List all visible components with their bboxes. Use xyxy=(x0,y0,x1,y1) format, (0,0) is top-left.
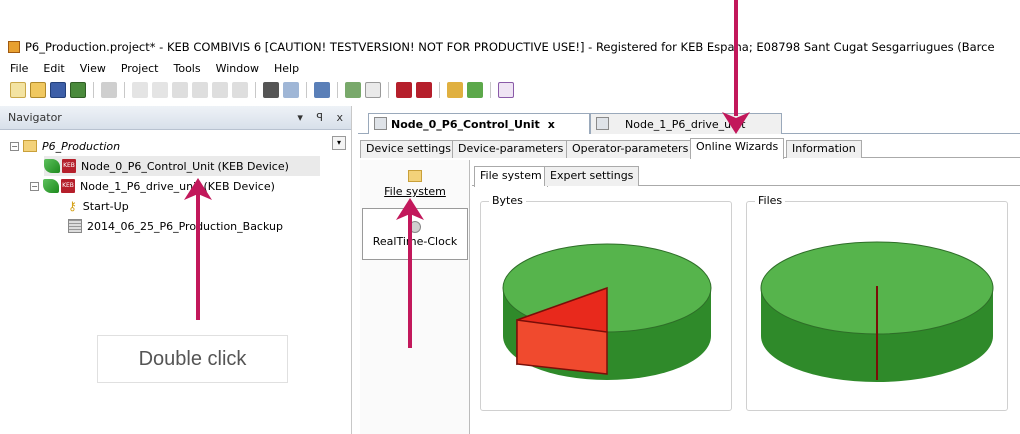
chart-icon[interactable] xyxy=(498,82,514,98)
wizard-label: RealTime-Clock xyxy=(372,234,458,248)
device-sub-tabs: Device settings Device-parameters Operat… xyxy=(360,138,1020,159)
keb-device-icon: KEB xyxy=(61,179,75,193)
toolbar xyxy=(0,78,1020,102)
tree-item-label: P6_Production xyxy=(42,139,121,153)
tab-operator-parameters[interactable]: Operator-parameters xyxy=(566,140,695,158)
keb-offline-icon[interactable] xyxy=(416,82,432,98)
tab-node0-control-unit[interactable]: Node_0_P6_Control_Unit x xyxy=(368,113,590,134)
find-icon[interactable] xyxy=(263,82,279,98)
undo-icon[interactable] xyxy=(132,82,148,98)
tab-online-wizards[interactable]: Online Wizards xyxy=(690,138,785,159)
toolbar-separator xyxy=(388,82,389,98)
paste-icon[interactable] xyxy=(212,82,228,98)
save-all-icon[interactable] xyxy=(70,82,86,98)
bytes-group: Bytes xyxy=(480,194,732,411)
double-click-annotation: Double click xyxy=(97,335,288,383)
window-title: P6_Production.project* - KEB COMBIVIS 6 … xyxy=(25,40,995,54)
tree-item-startup[interactable]: ⚷ Start-Up xyxy=(68,196,129,216)
annotation-arrow-shaft xyxy=(196,192,200,320)
tab-expert-settings[interactable]: Expert settings xyxy=(544,166,640,186)
online-leaf-icon xyxy=(44,159,60,173)
project-icon xyxy=(23,140,37,152)
toolbar-separator xyxy=(124,82,125,98)
add-device-icon[interactable] xyxy=(345,82,361,98)
app-icon xyxy=(8,41,20,53)
tab-device-parameters[interactable]: Device-parameters xyxy=(452,140,570,158)
menu-project[interactable]: Project xyxy=(121,62,159,75)
window-title-bar: P6_Production.project* - KEB COMBIVIS 6 … xyxy=(0,36,1020,58)
tab-label: Node_0_P6_Control_Unit xyxy=(391,117,540,131)
tree-item-label: Node_1_P6_drive_unit xyxy=(80,179,201,193)
collapse-icon[interactable]: − xyxy=(10,141,19,151)
wizard-label: File system xyxy=(384,185,446,198)
files-group: Files xyxy=(746,194,1008,411)
dropdown-icon[interactable]: ▾ xyxy=(297,111,303,124)
toolbar-separator xyxy=(337,82,338,98)
collapse-icon[interactable]: − xyxy=(30,181,39,191)
open-folder-icon[interactable] xyxy=(30,82,46,98)
key-icon: ⚷ xyxy=(68,199,77,213)
menu-tools[interactable]: Tools xyxy=(173,62,200,75)
annotation-arrow-down-icon xyxy=(722,112,750,134)
annotation-arrow-up-icon xyxy=(184,178,212,200)
annotation-arrow-shaft xyxy=(408,212,412,348)
redo-icon[interactable] xyxy=(152,82,168,98)
copy-icon[interactable] xyxy=(192,82,208,98)
toolbar-separator xyxy=(255,82,256,98)
menu-window[interactable]: Window xyxy=(216,62,259,75)
tree-item-type: (KEB Device) xyxy=(203,179,275,193)
scope-icon[interactable] xyxy=(467,82,483,98)
tree-item-label: Node_0_P6_Control_Unit xyxy=(81,159,215,173)
navigator-controls: ▾ ꟼ x xyxy=(287,111,343,124)
tree-item-project[interactable]: − P6_Production xyxy=(10,136,120,156)
tab-information[interactable]: Information xyxy=(786,140,862,158)
export-icon[interactable] xyxy=(365,82,381,98)
navigator-title: Navigator xyxy=(8,111,62,124)
bytes-pie-chart xyxy=(502,243,712,380)
navigator-dropdown-icon[interactable]: ▾ xyxy=(332,136,346,150)
online-leaf-icon xyxy=(43,179,59,193)
backup-icon xyxy=(68,219,82,233)
menu-help[interactable]: Help xyxy=(274,62,299,75)
toolbar-separator xyxy=(306,82,307,98)
device-tab-icon xyxy=(596,117,609,130)
network-icon[interactable] xyxy=(314,82,330,98)
tree-item-label: Start-Up xyxy=(82,199,129,213)
files-pie-chart xyxy=(760,241,994,382)
folder-icon xyxy=(408,170,422,182)
toolbar-separator xyxy=(439,82,440,98)
menu-bar: File Edit View Project Tools Window Help xyxy=(0,58,1020,78)
editor-tab-strip: Node_0_P6_Control_Unit x Node_1_P6_drive… xyxy=(358,112,1020,134)
delete-icon[interactable] xyxy=(232,82,248,98)
keb-device-icon: KEB xyxy=(62,159,76,173)
file-system-tabs: File system Expert settings xyxy=(472,166,1020,187)
device-tab-icon xyxy=(374,117,387,130)
tab-node1-drive-unit[interactable]: Node_1_P6_drive_unit xyxy=(590,113,782,134)
menu-view[interactable]: View xyxy=(80,62,106,75)
toolbar-separator xyxy=(490,82,491,98)
key-icon[interactable] xyxy=(447,82,463,98)
menu-edit[interactable]: Edit xyxy=(43,62,64,75)
annotation-arrow-up-icon xyxy=(396,198,424,220)
tree-item-node1[interactable]: − KEB Node_1_P6_drive_unit (KEB Device) xyxy=(30,176,275,196)
keb-online-icon[interactable] xyxy=(396,82,412,98)
tree-item-type: (KEB Device) xyxy=(217,159,289,173)
menu-file[interactable]: File xyxy=(10,62,28,75)
print-icon[interactable] xyxy=(101,82,117,98)
toolbar-separator xyxy=(93,82,94,98)
save-icon[interactable] xyxy=(50,82,66,98)
pin-icon[interactable]: ꟼ xyxy=(316,111,323,124)
replace-icon[interactable] xyxy=(283,82,299,98)
cut-icon[interactable] xyxy=(172,82,188,98)
tree-item-node0[interactable]: KEB Node_0_P6_Control_Unit (KEB Device) xyxy=(44,156,320,176)
tab-device-settings[interactable]: Device settings xyxy=(360,140,457,158)
new-project-icon[interactable] xyxy=(10,82,26,98)
tree-item-label: 2014_06_25_P6_Production_Backup xyxy=(87,219,283,233)
annotation-arrow-shaft xyxy=(734,0,738,116)
tab-file-system[interactable]: File system xyxy=(474,166,548,187)
navigator-header: Navigator ▾ ꟼ x xyxy=(0,106,351,130)
close-icon[interactable]: x xyxy=(336,111,343,124)
tree-item-backup[interactable]: 2014_06_25_P6_Production_Backup xyxy=(68,216,283,236)
close-tab-icon[interactable]: x xyxy=(548,118,555,131)
